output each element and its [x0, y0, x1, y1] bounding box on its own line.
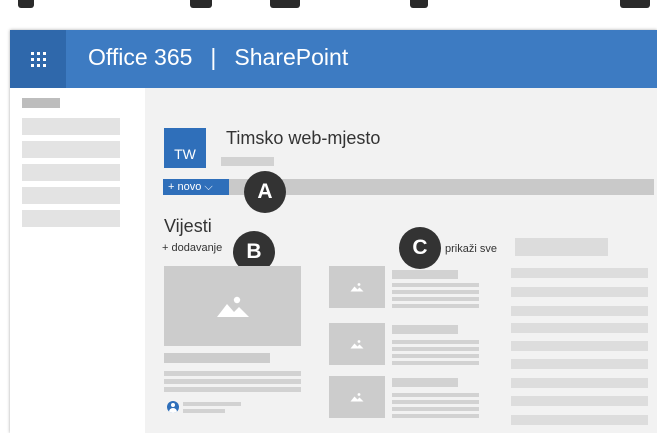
suite-bar: Office 365 | SharePoint: [10, 30, 657, 88]
header-placeholder: [515, 238, 608, 256]
list-row-placeholder: [511, 341, 648, 351]
nav-item-placeholder[interactable]: [22, 187, 120, 204]
site-title[interactable]: Timsko web-mjesto: [226, 128, 380, 149]
nav-item-placeholder[interactable]: [22, 210, 120, 227]
list-row-placeholder: [511, 396, 648, 406]
news-text-line: [164, 371, 301, 376]
news-item-line: [392, 400, 479, 404]
news-item-title: [392, 270, 458, 279]
app-launcher-icon: [30, 51, 46, 67]
image-icon: [350, 283, 364, 292]
cropped-text-fragment: [410, 0, 428, 8]
news-item-title: [392, 378, 458, 387]
image-icon: [350, 393, 364, 402]
list-row-placeholder: [511, 359, 648, 369]
list-row-placeholder: [511, 378, 648, 388]
news-item-line: [392, 340, 479, 344]
product-name: SharePoint: [234, 44, 349, 70]
site-logo[interactable]: TW: [164, 128, 206, 168]
news-item-line: [392, 297, 479, 301]
site-subtitle-placeholder: [221, 157, 274, 166]
news-text-line: [164, 387, 301, 392]
cropped-text-fragment: [190, 0, 212, 8]
news-item-line: [392, 407, 479, 411]
cropped-text-fragment: [18, 0, 34, 8]
new-button[interactable]: + novo ⌵: [163, 179, 229, 195]
top-edge: [0, 0, 657, 10]
show-all-link[interactable]: prikaži sve: [445, 243, 497, 255]
author-name-line: [183, 402, 241, 406]
news-item-line: [392, 347, 479, 351]
news-image-placeholder[interactable]: [164, 266, 301, 346]
list-row-placeholder: [511, 415, 648, 425]
cropped-text-fragment: [620, 0, 650, 8]
news-thumbnail-placeholder[interactable]: [329, 376, 385, 418]
nav-item-placeholder[interactable]: [22, 141, 120, 158]
page-content: TW Timsko web-mjesto + novo ⌵ A Vijesti …: [145, 88, 657, 433]
app-launcher-button[interactable]: [10, 30, 66, 88]
news-item-line: [392, 304, 479, 308]
news-text-line: [164, 379, 301, 384]
nav-heading-placeholder: [22, 98, 60, 108]
news-item-line: [392, 393, 479, 397]
author-date-line: [183, 409, 225, 413]
callout-a: A: [244, 171, 286, 213]
news-item-line: [392, 414, 479, 418]
left-navigation: [10, 88, 145, 433]
news-title-placeholder: [164, 353, 270, 363]
nav-item-placeholder[interactable]: [22, 164, 120, 181]
news-item-line: [392, 354, 479, 358]
nav-item-placeholder[interactable]: [22, 118, 120, 135]
list-row-placeholder: [511, 287, 648, 297]
image-icon: [216, 296, 249, 317]
browser-frame: Office 365 | SharePoint TW Timsko web-mjes…: [10, 30, 657, 433]
brand-separator: |: [210, 44, 217, 70]
cropped-text-fragment: [270, 0, 300, 8]
author-avatar-icon: [167, 401, 179, 413]
news-item-line: [392, 361, 479, 365]
list-row-placeholder: [511, 268, 648, 278]
news-item-title: [392, 325, 458, 334]
news-thumbnail-placeholder[interactable]: [329, 266, 385, 308]
news-thumbnail-placeholder[interactable]: [329, 323, 385, 365]
suite-brand[interactable]: Office 365 | SharePoint: [88, 44, 348, 71]
news-item-line: [392, 290, 479, 294]
add-news-link[interactable]: + dodavanje: [162, 242, 222, 254]
callout-c: C: [399, 227, 441, 269]
list-row-placeholder: [511, 306, 648, 316]
command-bar: [163, 179, 654, 195]
image-icon: [350, 340, 364, 349]
news-item-line: [392, 283, 479, 287]
news-heading: Vijesti: [164, 216, 212, 236]
app-name: Office 365: [88, 44, 193, 70]
list-row-placeholder: [511, 323, 648, 333]
